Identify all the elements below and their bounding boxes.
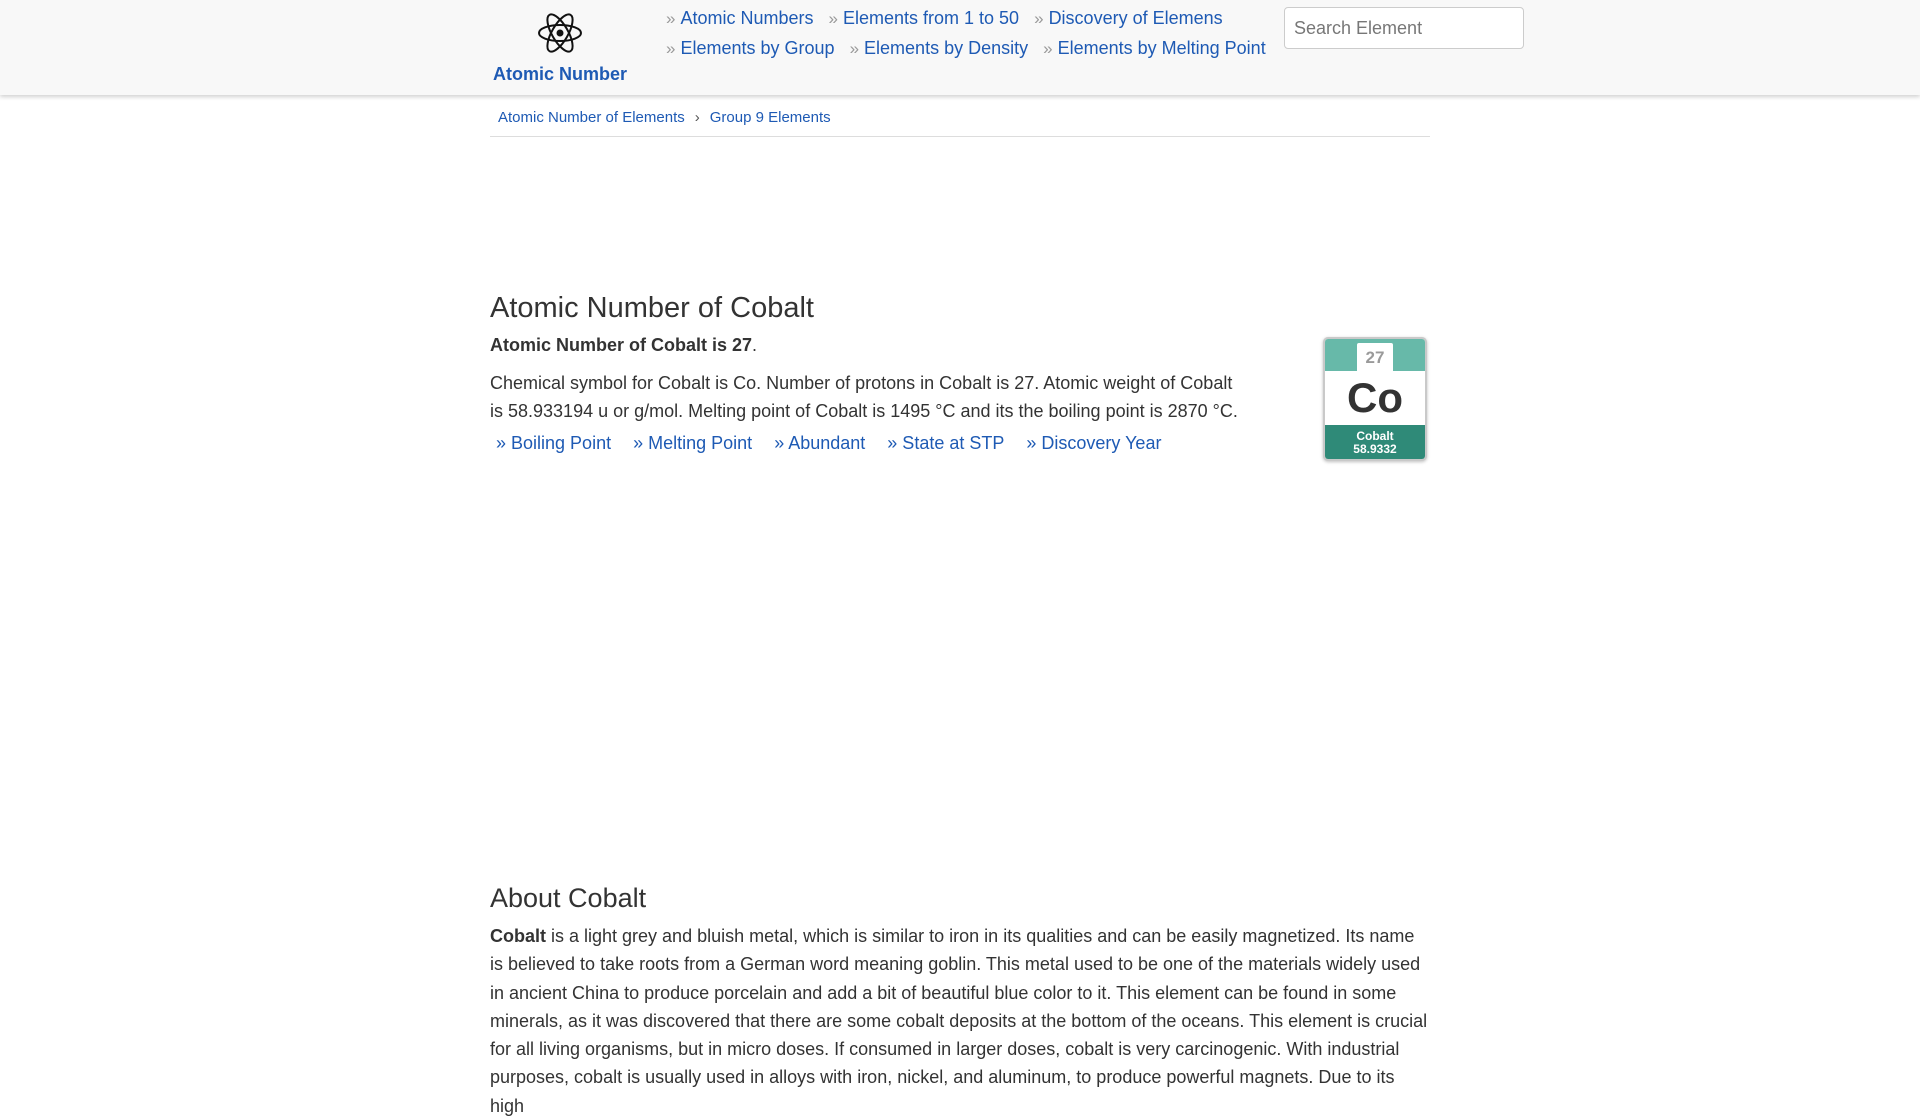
- breadcrumb-separator: ›: [694, 109, 700, 126]
- nav-row-1: » Atomic Numbers » Elements from 1 to 50 »…: [666, 8, 1233, 34]
- nav-bullet: »: [666, 9, 676, 28]
- property-links: » Boiling Point » Melting Point » Abunda…: [490, 433, 1430, 454]
- lead-punctuation: .: [752, 335, 758, 355]
- nav-link-by-group[interactable]: Elements by Group: [680, 38, 834, 58]
- site-header: Atomic Number » Atomic Numbers » Elements …: [0, 0, 1920, 95]
- atom-icon: [538, 13, 582, 53]
- about-text: Cobalt is a light grey and bluish metal,…: [490, 922, 1430, 1120]
- link-discovery-year[interactable]: » Discovery Year: [1026, 433, 1161, 453]
- link-boiling-point[interactable]: » Boiling Point: [496, 433, 611, 453]
- nav-bullet: »: [1043, 39, 1053, 58]
- link-melting-point[interactable]: » Melting Point: [633, 433, 752, 453]
- element-tile-top: 27: [1325, 339, 1425, 371]
- nav-link-by-density[interactable]: Elements by Density: [864, 38, 1028, 58]
- nav-link-elements-1-to-50[interactable]: Elements from 1 to 50: [843, 8, 1019, 28]
- element-tile-footer: Cobalt 58.9332: [1325, 425, 1425, 459]
- nav-link-discovery[interactable]: Discovery of Elemens: [1049, 8, 1223, 28]
- element-tile-name: Cobalt: [1356, 429, 1394, 443]
- main-section: Atomic Number of Cobalt Atomic Number of…: [490, 292, 1430, 454]
- element-tile: 27 Co Cobalt 58.9332: [1323, 337, 1427, 461]
- about-section: About Cobalt Cobalt is a light grey and …: [490, 883, 1430, 1120]
- atomic-number-bold: Atomic Number of Cobalt is 27: [490, 335, 753, 355]
- breadcrumb-link-group-9[interactable]: Group 9 Elements: [710, 109, 831, 126]
- nav-bullet: »: [666, 39, 676, 58]
- link-state-at-stp[interactable]: » State at STP: [887, 433, 1004, 453]
- page-title: Atomic Number of Cobalt: [490, 292, 814, 324]
- about-title: About Cobalt: [490, 883, 647, 913]
- element-tile-mass: 58.9332: [1353, 442, 1397, 456]
- breadcrumb: Atomic Number of Elements › Group 9 Elemen…: [490, 108, 1430, 137]
- element-tile-number: 27: [1357, 343, 1393, 371]
- nav-bullet: »: [1034, 9, 1044, 28]
- link-abundant[interactable]: » Abundant: [774, 433, 865, 453]
- element-tile-symbol: Co: [1347, 374, 1403, 421]
- nav-bullet: »: [828, 9, 838, 28]
- element-description: Chemical symbol for Cobalt is Co. Number…: [490, 373, 1238, 421]
- breadcrumb-link-elements[interactable]: Atomic Number of Elements: [498, 109, 685, 126]
- atomic-number-statement: Atomic Number of Cobalt is 27.: [490, 331, 1430, 359]
- nav-row-2: » Elements by Group » Elements by Density …: [666, 38, 1276, 64]
- site-logo-link[interactable]: Atomic Number: [490, 8, 630, 88]
- about-body: is a light grey and bluish metal, which …: [490, 926, 1428, 1116]
- nav-bullet: »: [849, 39, 860, 58]
- nav-link-atomic-numbers[interactable]: Atomic Numbers: [680, 8, 813, 28]
- logo-text: Atomic Number: [492, 64, 627, 84]
- search-input[interactable]: [1284, 7, 1524, 49]
- nav-link-by-melting-point[interactable]: Elements by Melting Point: [1058, 38, 1266, 58]
- about-bold-name: Cobalt: [490, 926, 546, 946]
